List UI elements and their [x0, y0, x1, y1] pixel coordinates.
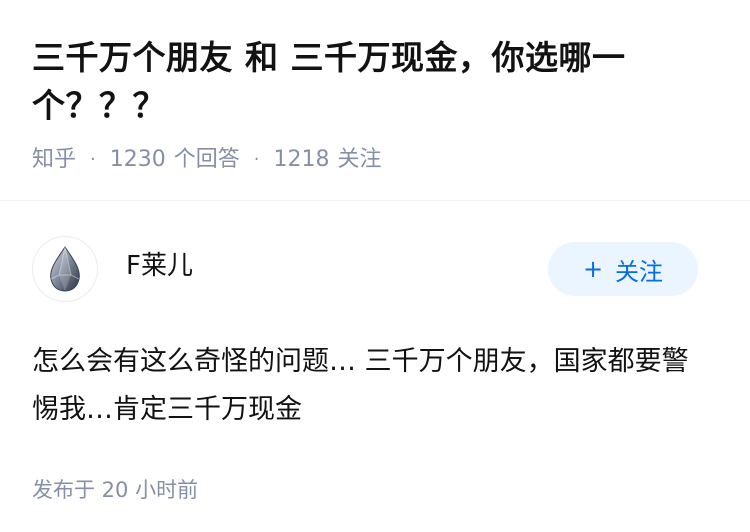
answers-label: 个回答 [173, 147, 240, 172]
follows-label: 关注 [337, 147, 382, 172]
question-meta: 知乎 · 1230 个回答 · 1218 关注 [32, 144, 718, 176]
diamond-icon [50, 246, 80, 292]
follows-count: 1218 [273, 147, 330, 172]
plus-icon: + [582, 255, 604, 283]
source-label[interactable]: 知乎 [32, 144, 76, 176]
publish-time: 发布于 20 小时前 [32, 478, 199, 502]
question-title[interactable]: 三千万个朋友 和 三千万现金，你选哪一个？？？ [32, 34, 718, 130]
avatar[interactable] [32, 236, 98, 302]
answer-content[interactable]: 怎么会有这么奇怪的问题… 三千万个朋友，国家都要警惕我…肯定三千万现金 [32, 338, 702, 434]
follow-button[interactable]: + 关注 [548, 242, 698, 296]
question-header: 三千万个朋友 和 三千万现金，你选哪一个？？？ 知乎 · 1230 个回答 · … [0, 0, 750, 176]
answer-card: F莱儿 + 关注 怎么会有这么奇怪的问题… 三千万个朋友，国家都要警惕我…肯定三… [32, 236, 718, 504]
meta-separator: · [90, 149, 96, 170]
answers-count: 1230 [109, 147, 166, 172]
author-name[interactable]: F莱儿 [126, 245, 193, 282]
follow-label: 关注 [615, 257, 664, 286]
section-divider [0, 200, 750, 201]
author-row: F莱儿 + 关注 [32, 236, 718, 302]
meta-separator: · [253, 149, 260, 170]
